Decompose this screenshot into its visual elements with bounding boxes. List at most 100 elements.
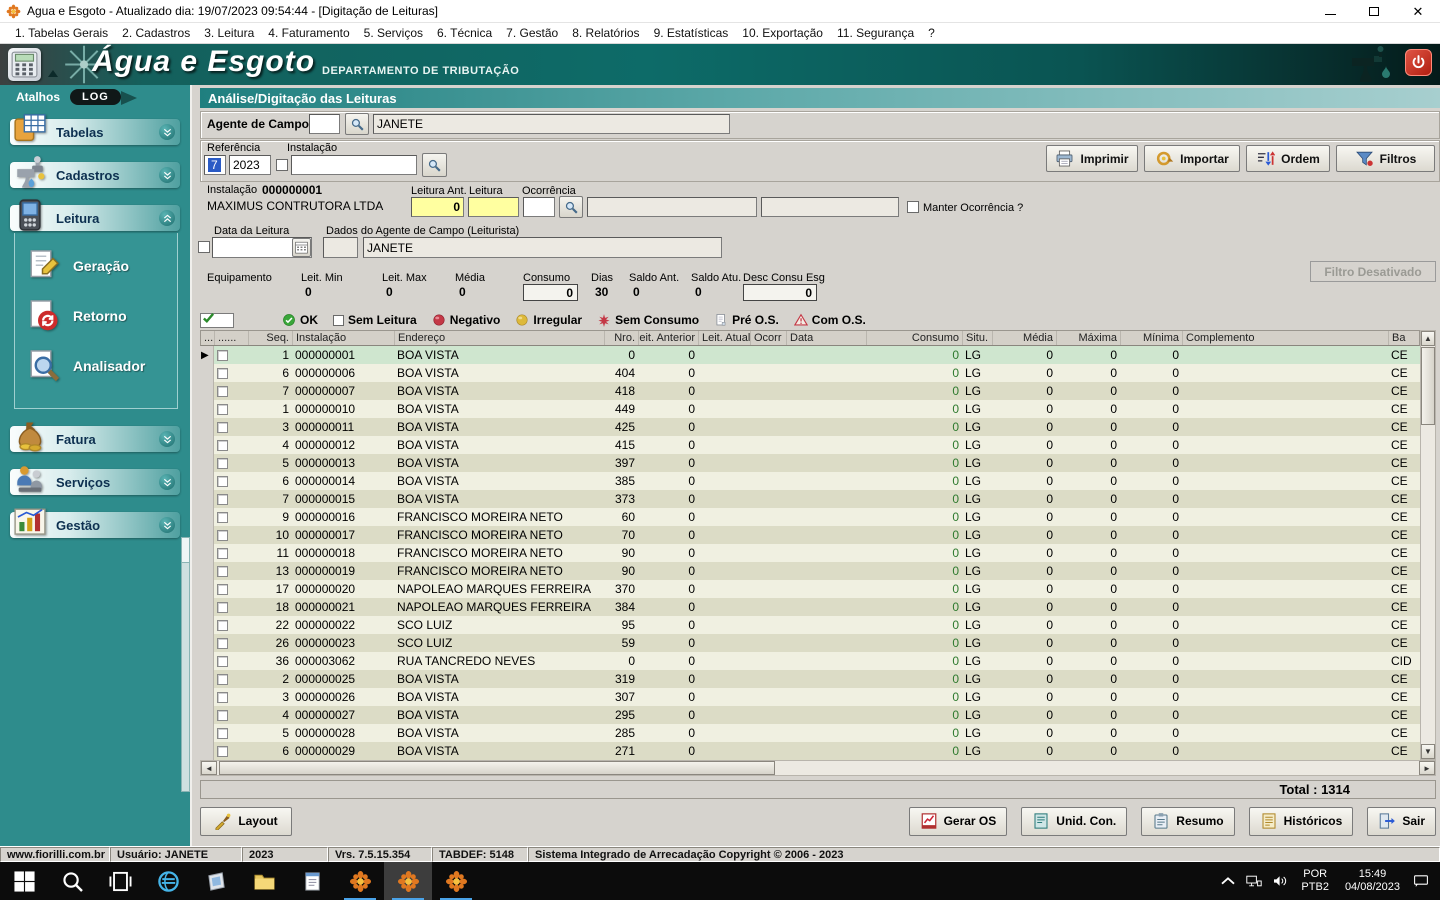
table-row[interactable]: 11000000018FRANCISCO MOREIRA NETO9000LG0…: [200, 544, 1420, 562]
scroll-right-arrow[interactable]: ►: [1419, 761, 1435, 775]
sidebar-item-servicos[interactable]: Serviços: [10, 469, 180, 495]
gerar-os-button[interactable]: Gerar OS: [909, 807, 1008, 836]
table-row[interactable]: ▶1000000001BOA VISTA000LG000CE: [200, 346, 1420, 364]
menu-item-8[interactable]: 8. Relatórios: [565, 24, 646, 42]
table-row[interactable]: 26000000023SCO LUIZ5900LG000CE: [200, 634, 1420, 652]
row-checkbox[interactable]: [217, 728, 228, 739]
close-button[interactable]: ✕: [1396, 0, 1440, 23]
table-row[interactable]: 5000000028BOA VISTA28500LG000CE: [200, 724, 1420, 742]
column-header-7[interactable]: Leit. Atual: [699, 331, 751, 345]
sidebar-item-analisador[interactable]: Analisador: [25, 348, 177, 384]
menu-item-11[interactable]: 11. Segurança: [830, 24, 921, 42]
column-header-14[interactable]: Mínima: [1121, 331, 1183, 345]
horizontal-scroll-thumb[interactable]: [219, 761, 775, 775]
table-row[interactable]: 6000000029BOA VISTA27100LG000CE: [200, 742, 1420, 760]
table-row[interactable]: 22000000022SCO LUIZ9500LG000CE: [200, 616, 1420, 634]
column-header-13[interactable]: Máxima: [1057, 331, 1121, 345]
column-header-8[interactable]: Ocorr: [751, 331, 787, 345]
sidebar-item-retorno[interactable]: Retorno: [25, 298, 177, 334]
file-explorer-button[interactable]: [240, 862, 288, 900]
chevron-down-button[interactable]: [159, 474, 175, 490]
table-row[interactable]: 7000000015BOA VISTA37300LG000CE: [200, 490, 1420, 508]
column-header-4[interactable]: Endereço: [395, 331, 605, 345]
chevron-down-button[interactable]: [159, 167, 175, 183]
sidebar-item-geracao[interactable]: Geração: [25, 248, 177, 284]
table-row[interactable]: 3000000011BOA VISTA42500LG000CE: [200, 418, 1420, 436]
ordem-button[interactable]: Ordem: [1246, 145, 1330, 172]
instalacao-search-button[interactable]: [422, 153, 447, 177]
table-row[interactable]: 4000000027BOA VISTA29500LG000CE: [200, 706, 1420, 724]
table-row[interactable]: 17000000020NAPOLEAO MARQUES FERREIRA3700…: [200, 580, 1420, 598]
calendar-button[interactable]: [292, 238, 311, 257]
row-checkbox[interactable]: [217, 386, 228, 397]
minimize-button[interactable]: [1308, 0, 1352, 23]
row-checkbox[interactable]: [217, 422, 228, 433]
menu-item-12[interactable]: ?: [921, 24, 942, 42]
row-checkbox[interactable]: [217, 476, 228, 487]
fiorilli-app-1-button[interactable]: [336, 862, 384, 900]
agente-search-button[interactable]: [345, 113, 369, 135]
menu-item-6[interactable]: 6. Técnica: [430, 24, 499, 42]
sair-button[interactable]: Sair: [1367, 807, 1436, 836]
menu-item-4[interactable]: 4. Faturamento: [261, 24, 356, 42]
notification-icon[interactable]: [1408, 874, 1434, 888]
column-header-6[interactable]: Leit. Anterior: [639, 331, 699, 345]
row-checkbox[interactable]: [217, 620, 228, 631]
column-header-3[interactable]: Instalação: [293, 331, 395, 345]
menu-item-9[interactable]: 9. Estatísticas: [647, 24, 736, 42]
sidebar-item-cadastros[interactable]: Cadastros: [10, 162, 180, 188]
menu-item-3[interactable]: 3. Leitura: [197, 24, 261, 42]
calculator-icon[interactable]: [8, 48, 41, 81]
task-view-button[interactable]: [96, 862, 144, 900]
tray-chevron-up-icon[interactable]: [1215, 874, 1241, 888]
filtro-desativado-button[interactable]: Filtro Desativado: [1310, 261, 1436, 282]
log-badge[interactable]: LOG: [70, 89, 121, 105]
menu-item-2[interactable]: 2. Cadastros: [115, 24, 197, 42]
table-row[interactable]: 3000000026BOA VISTA30700LG000CE: [200, 688, 1420, 706]
power-button[interactable]: [1405, 49, 1432, 76]
instalacao-busca-checkbox[interactable]: [276, 159, 288, 171]
speaker-icon[interactable]: [1267, 874, 1293, 888]
table-row[interactable]: 5000000013BOA VISTA39700LG000CE: [200, 454, 1420, 472]
row-checkbox[interactable]: [217, 458, 228, 469]
column-header-11[interactable]: Situ.: [963, 331, 993, 345]
column-header-9[interactable]: Data: [787, 331, 867, 345]
referencia-month-input[interactable]: 7: [204, 155, 226, 175]
column-header-10[interactable]: Consumo: [867, 331, 963, 345]
select-all-checkbox[interactable]: [200, 313, 234, 328]
fiorilli-app-2-button[interactable]: [384, 862, 432, 900]
menu-item-5[interactable]: 5. Serviços: [357, 24, 430, 42]
table-row[interactable]: 36000003062RUA TANCREDO NEVES000LG000CID: [200, 652, 1420, 670]
data-leitura-checkbox[interactable]: [198, 241, 210, 253]
sidebar-item-leitura[interactable]: Leitura: [10, 205, 180, 231]
row-checkbox[interactable]: [217, 656, 228, 667]
resumo-button[interactable]: Resumo: [1141, 807, 1234, 836]
fiorilli-app-3-button[interactable]: [432, 862, 480, 900]
chevron-up-button[interactable]: [159, 210, 175, 226]
scroll-down-arrow[interactable]: ▼: [1421, 744, 1435, 759]
leitura-field[interactable]: [468, 197, 519, 217]
row-checkbox[interactable]: [217, 512, 228, 523]
chevron-down-button[interactable]: [159, 124, 175, 140]
vertical-scrollbar[interactable]: ▲ ▼: [1420, 330, 1436, 760]
column-header-1[interactable]: ......: [215, 331, 249, 345]
row-checkbox[interactable]: [217, 440, 228, 451]
ocorrencia-search-button[interactable]: [559, 196, 583, 218]
menu-item-1[interactable]: 1. Tabelas Gerais: [8, 24, 115, 42]
clock[interactable]: 15:49 04/08/2023: [1337, 868, 1408, 894]
sidebar-item-fatura[interactable]: Fatura: [10, 426, 180, 452]
importar-button[interactable]: Importar: [1144, 145, 1240, 172]
ocorrencia-code-input[interactable]: [523, 197, 555, 217]
app-window-button[interactable]: [192, 862, 240, 900]
vertical-scroll-thumb[interactable]: [1421, 347, 1435, 425]
taskbar-search-button[interactable]: [48, 862, 96, 900]
table-row[interactable]: 1000000010BOA VISTA44900LG000CE: [200, 400, 1420, 418]
chevron-down-button[interactable]: [159, 517, 175, 533]
row-checkbox[interactable]: [217, 350, 228, 361]
internet-explorer-button[interactable]: [144, 862, 192, 900]
table-row[interactable]: 9000000016FRANCISCO MOREIRA NETO6000LG00…: [200, 508, 1420, 526]
table-row[interactable]: 2000000025BOA VISTA31900LG000CE: [200, 670, 1420, 688]
table-row[interactable]: 6000000014BOA VISTA38500LG000CE: [200, 472, 1420, 490]
row-checkbox[interactable]: [217, 710, 228, 721]
language-indicator[interactable]: POR PTB2: [1293, 868, 1337, 894]
